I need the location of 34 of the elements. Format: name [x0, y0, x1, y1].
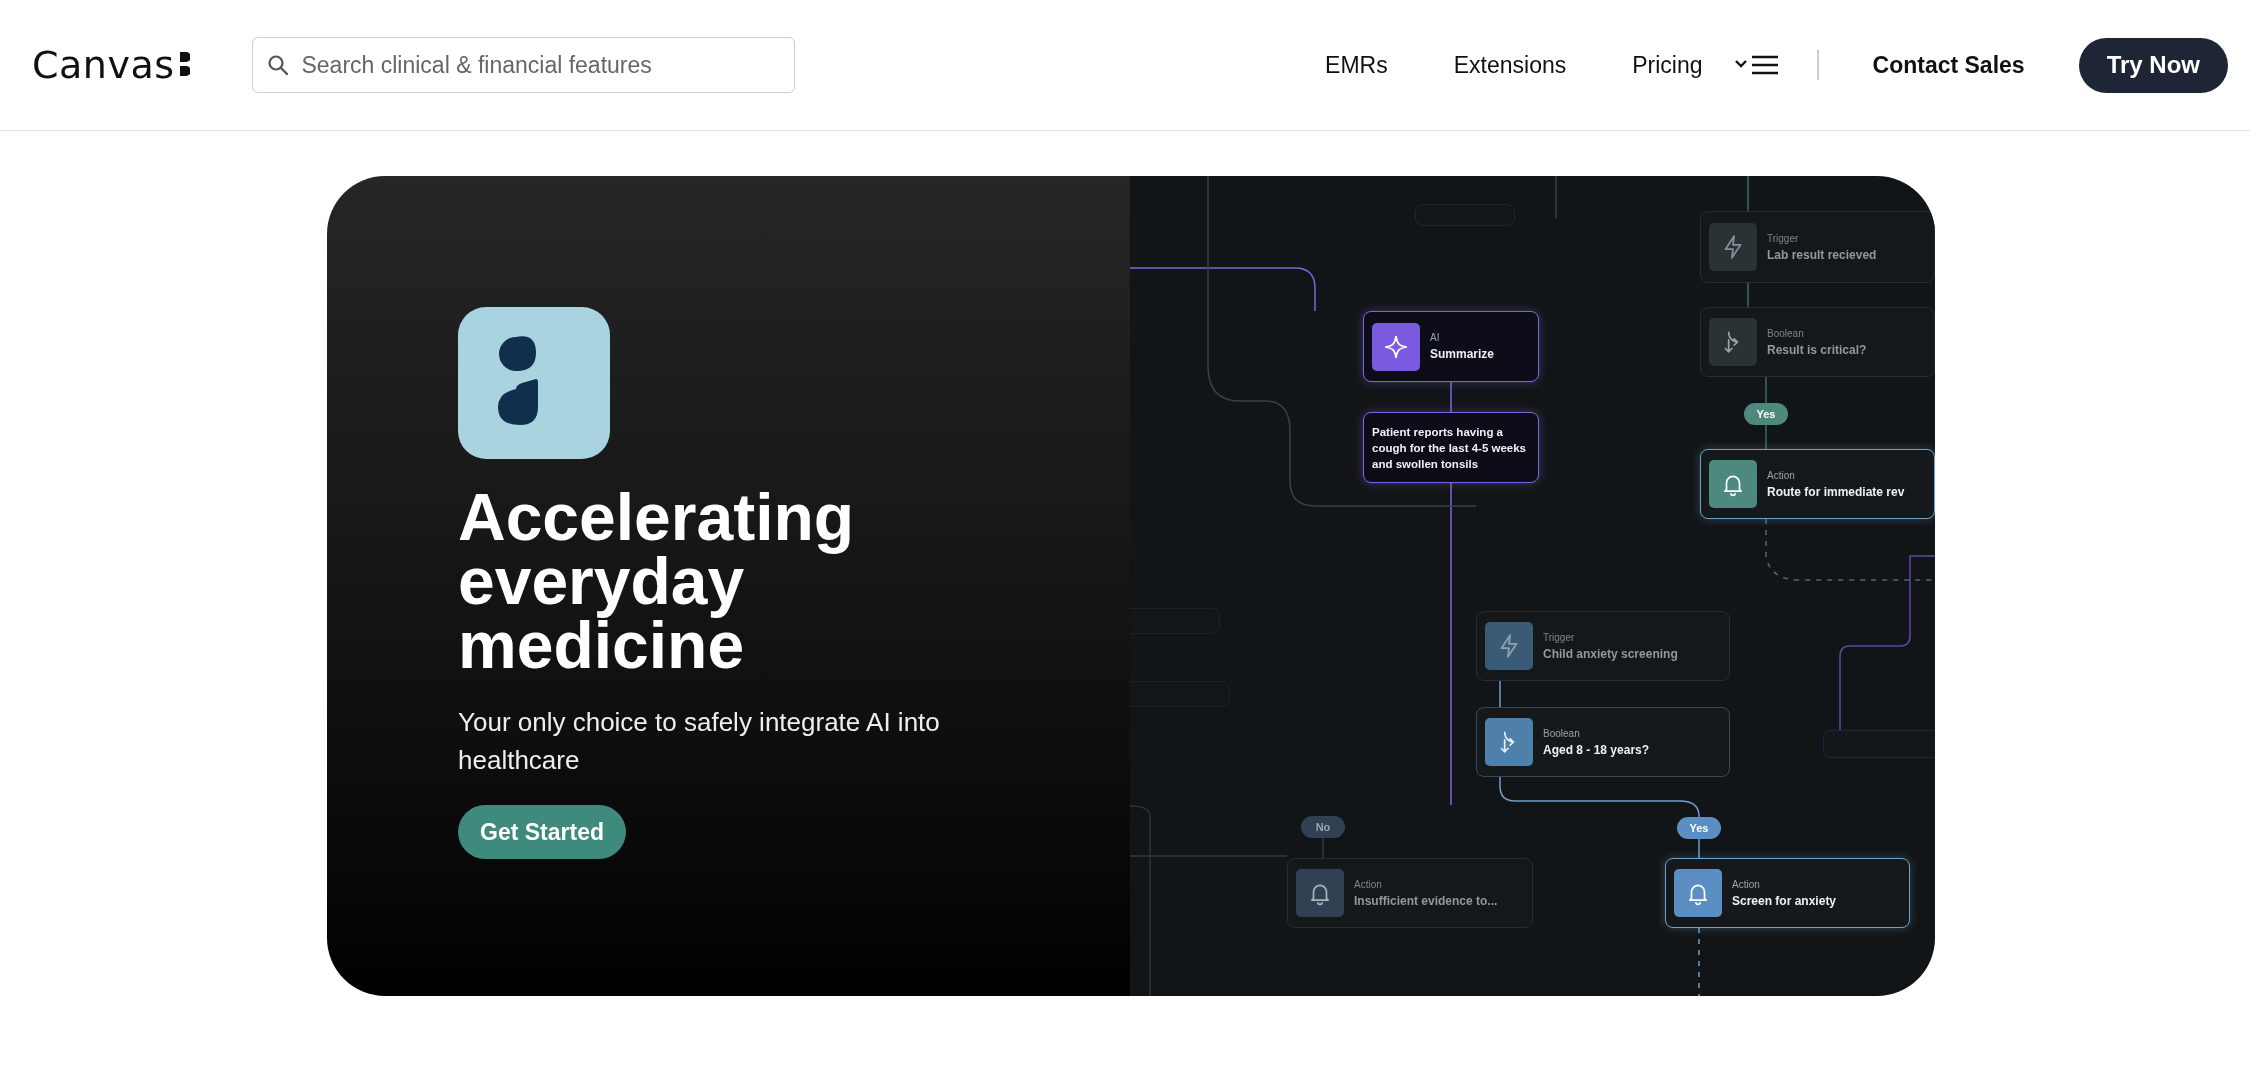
- node-title: Child anxiety screening: [1543, 646, 1678, 661]
- node-title: Insufficient evidence to...: [1354, 893, 1498, 908]
- nav-link[interactable]: Extensions: [1453, 51, 1567, 79]
- contact-sales-link[interactable]: Contact Sales: [1872, 51, 2025, 79]
- note-text: Patient reports having a cough for the last 4-5 weeks and swollen tonsils: [1372, 424, 1527, 472]
- nav-link[interactable]: Pricing: [1632, 51, 1703, 79]
- nav-link[interactable]: EMRs: [1325, 51, 1388, 79]
- node-type-label: Boolean: [1767, 327, 1805, 339]
- try-now-button[interactable]: Try Now: [2078, 37, 2228, 93]
- node-title: Screen for anxiety: [1732, 893, 1837, 908]
- node-title: Summarize: [1430, 347, 1495, 361]
- node-type-label: AI: [1430, 332, 1441, 343]
- logo-text[interactable]: Canvas: [32, 43, 175, 87]
- node-type-label: Boolean: [1543, 727, 1581, 739]
- node-title: Route for immediate rev: [1767, 484, 1905, 499]
- node-type-label: Action: [1354, 878, 1383, 890]
- hero-subtitle: Your only choice to safely integrate AI into healthcare: [458, 706, 941, 777]
- app-logo-icon: [458, 307, 610, 459]
- node-type-label: Trigger: [1543, 631, 1576, 643]
- search-icon: [266, 53, 291, 77]
- hero-heading: Accelerating everyday medicine: [458, 485, 856, 677]
- menu-icon[interactable]: [1734, 54, 1779, 76]
- node-title: Lab result recieved: [1767, 247, 1877, 262]
- node-type-label: Action: [1767, 469, 1796, 481]
- branch-label: No: [1301, 816, 1345, 838]
- branch-label: Yes: [1744, 403, 1788, 425]
- get-started-button[interactable]: Get Started: [458, 805, 626, 859]
- branch-label: Yes: [1677, 817, 1721, 839]
- node-title: Aged 8 - 18 years?: [1543, 742, 1650, 757]
- node-type-label: Trigger: [1767, 232, 1800, 244]
- sparkle-icon: [1383, 333, 1409, 360]
- node-title: Result is critical?: [1767, 342, 1867, 357]
- node-type-label: Action: [1732, 878, 1761, 890]
- search-field[interactable]: Search clinical & financial features: [252, 37, 796, 93]
